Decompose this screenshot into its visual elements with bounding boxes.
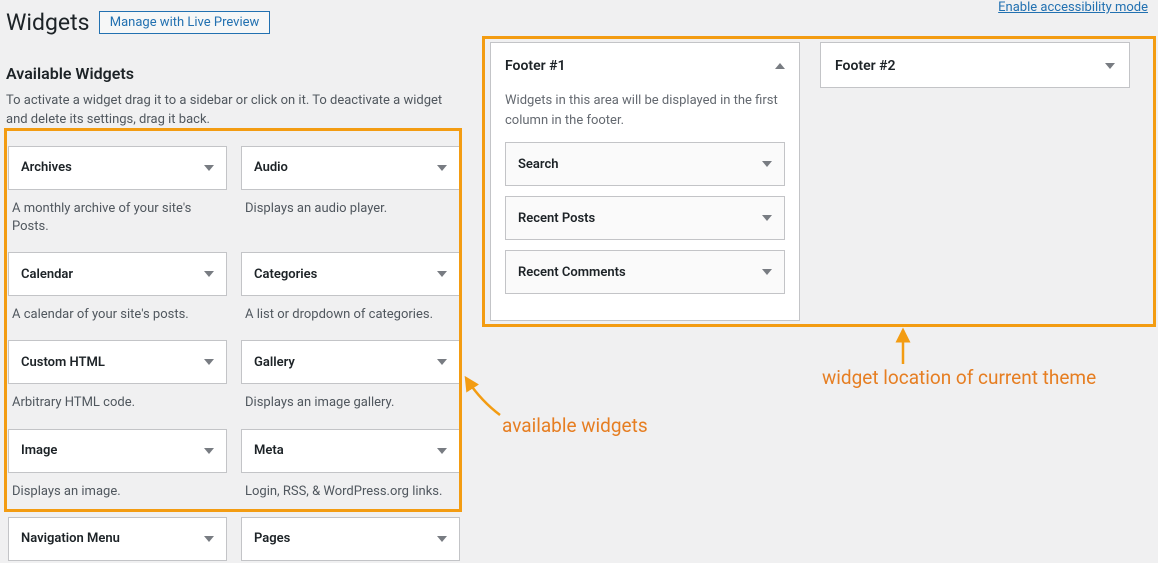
caret-down-icon xyxy=(437,448,447,454)
caret-down-icon xyxy=(762,269,772,275)
widget-name: Calendar xyxy=(21,267,73,282)
widget-description: Displays an image. xyxy=(8,473,227,507)
caret-down-icon xyxy=(1105,63,1115,69)
widget-head[interactable]: Custom HTML xyxy=(8,340,227,384)
widget-item: Meta Login, RSS, & WordPress.org links. xyxy=(241,429,460,507)
widget-head[interactable]: Gallery xyxy=(241,340,460,384)
widget-head[interactable]: Archives xyxy=(8,146,227,190)
footer-widget-name: Search xyxy=(518,157,559,172)
footer-2-panel: Footer #2 xyxy=(820,42,1130,88)
annotation-widget-location: widget location of current theme xyxy=(822,366,1096,389)
footer-1-panel: Footer #1 Widgets in this area will be d… xyxy=(490,42,800,321)
annotation-available-widgets: available widgets xyxy=(502,414,648,437)
caret-down-icon xyxy=(437,359,447,365)
widget-name: Image xyxy=(21,443,57,458)
widget-item: Navigation Menu xyxy=(8,517,227,561)
arrow-2-icon xyxy=(888,326,918,366)
footer-1-header[interactable]: Footer #1 xyxy=(491,43,799,89)
widget-description: Login, RSS, & WordPress.org links. xyxy=(241,473,460,507)
widget-head[interactable]: Navigation Menu xyxy=(8,517,227,561)
widget-item: Categories A list or dropdown of categori… xyxy=(241,252,460,330)
live-preview-button[interactable]: Manage with Live Preview xyxy=(99,11,271,34)
widget-description: A list or dropdown of categories. xyxy=(241,296,460,330)
widget-item: Archives A monthly archive of your site's… xyxy=(8,146,227,242)
caret-down-icon xyxy=(762,161,772,167)
footer-widget-name: Recent Comments xyxy=(518,265,626,280)
widget-name: Archives xyxy=(21,160,72,175)
arrow-1-icon xyxy=(460,370,510,420)
widget-item: Audio Displays an audio player. xyxy=(241,146,460,242)
caret-down-icon xyxy=(204,165,214,171)
caret-down-icon xyxy=(204,359,214,365)
widget-description: A calendar of your site's posts. xyxy=(8,296,227,330)
widget-description: Arbitrary HTML code. xyxy=(8,384,227,418)
widget-name: Custom HTML xyxy=(21,355,105,370)
widget-head[interactable]: Audio xyxy=(241,146,460,190)
caret-down-icon xyxy=(204,536,214,542)
widget-item: Gallery Displays an image gallery. xyxy=(241,340,460,418)
widget-name: Categories xyxy=(254,267,317,282)
widget-item: Image Displays an image. xyxy=(8,429,227,507)
widget-head[interactable]: Pages xyxy=(241,517,460,561)
widget-item: Calendar A calendar of your site's posts. xyxy=(8,252,227,330)
page-title: Widgets xyxy=(6,8,89,38)
caret-down-icon xyxy=(762,215,772,221)
caret-down-icon xyxy=(437,165,447,171)
footer-2-title: Footer #2 xyxy=(835,58,896,74)
footer-widget-item[interactable]: Recent Posts xyxy=(505,196,785,240)
widget-name: Gallery xyxy=(254,355,295,370)
widget-name: Audio xyxy=(254,160,288,175)
widget-head[interactable]: Categories xyxy=(241,252,460,296)
available-widgets-heading: Available Widgets xyxy=(6,64,462,83)
footer-widget-item[interactable]: Recent Comments xyxy=(505,250,785,294)
widget-description: A monthly archive of your site's Posts. xyxy=(8,190,227,242)
caret-down-icon xyxy=(437,536,447,542)
widget-item: Pages xyxy=(241,517,460,561)
footer-1-description: Widgets in this area will be displayed i… xyxy=(505,91,785,130)
widget-name: Meta xyxy=(254,443,284,458)
widget-description: Displays an audio player. xyxy=(241,190,460,224)
widget-item: Custom HTML Arbitrary HTML code. xyxy=(8,340,227,418)
widget-description: Displays an image gallery. xyxy=(241,384,460,418)
footer-2-header[interactable]: Footer #2 xyxy=(821,43,1129,89)
footer-widget-item[interactable]: Search xyxy=(505,142,785,186)
caret-down-icon xyxy=(437,271,447,277)
widget-name: Pages xyxy=(254,531,290,546)
footer-1-title: Footer #1 xyxy=(505,58,566,74)
caret-down-icon xyxy=(204,271,214,277)
footer-widget-name: Recent Posts xyxy=(518,211,595,226)
caret-up-icon xyxy=(775,63,785,69)
available-widgets-description: To activate a widget drag it to a sideba… xyxy=(6,91,462,130)
accessibility-mode-link[interactable]: Enable accessibility mode xyxy=(998,0,1148,15)
caret-down-icon xyxy=(204,448,214,454)
widget-head[interactable]: Meta xyxy=(241,429,460,473)
widget-head[interactable]: Calendar xyxy=(8,252,227,296)
widget-name: Navigation Menu xyxy=(21,531,120,546)
widget-head[interactable]: Image xyxy=(8,429,227,473)
